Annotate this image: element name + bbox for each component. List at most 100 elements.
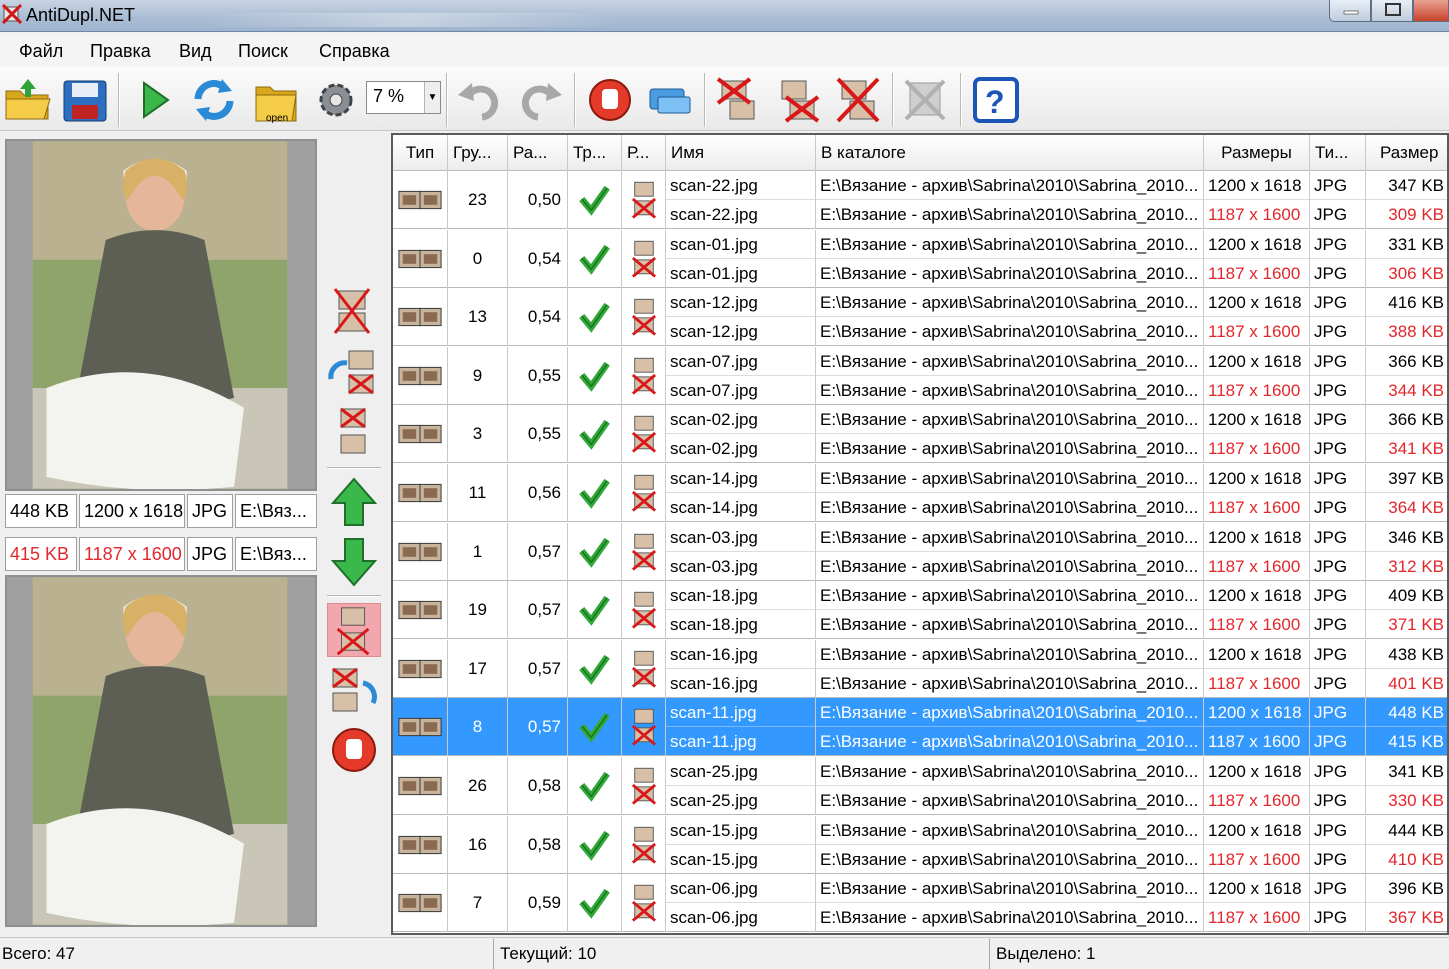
mistake-button[interactable] bbox=[900, 75, 952, 125]
second-image-preview[interactable] bbox=[5, 575, 317, 927]
rename-second-action-button[interactable] bbox=[327, 663, 381, 717]
action-cell[interactable] bbox=[622, 874, 666, 933]
column-header-action[interactable]: Р... bbox=[622, 135, 666, 171]
column-header-resolution[interactable]: Размеры bbox=[1204, 135, 1310, 171]
action-cell[interactable] bbox=[622, 698, 666, 757]
first-file-type: JPG bbox=[1310, 816, 1365, 845]
next-pair-button[interactable] bbox=[327, 535, 381, 589]
difference-cell: 0,56 bbox=[508, 464, 568, 522]
refresh-icon bbox=[194, 79, 234, 121]
first-file-size: 396 KB bbox=[1366, 874, 1447, 904]
menu-file[interactable]: Файл bbox=[19, 41, 63, 62]
open-folder-button[interactable] bbox=[2, 75, 54, 125]
check-update-button[interactable] bbox=[644, 75, 696, 125]
type-cell bbox=[393, 229, 448, 288]
action-cell[interactable] bbox=[622, 171, 666, 229]
open-profile-button[interactable]: open bbox=[250, 75, 302, 125]
second-file-name: scan-22.jpg bbox=[670, 205, 758, 224]
type-cell bbox=[393, 757, 448, 815]
column-header-type[interactable]: Тип bbox=[393, 135, 448, 171]
start-search-button[interactable] bbox=[128, 75, 180, 125]
action-cell[interactable] bbox=[622, 288, 666, 347]
table-row[interactable]: 7 0,59 scan-06.jpg scan-06.jpg E:\Вязание - … bbox=[393, 874, 1447, 933]
column-header-file-type[interactable]: Ти... bbox=[1310, 135, 1366, 171]
save-button[interactable] bbox=[60, 75, 112, 125]
type-cell bbox=[393, 874, 448, 933]
first-image-preview[interactable] bbox=[5, 139, 317, 491]
first-file-type: JPG bbox=[1310, 640, 1365, 669]
chevron-down-icon[interactable]: ▼ bbox=[424, 82, 440, 113]
first-file-name: scan-03.jpg bbox=[666, 523, 815, 552]
undo-button[interactable] bbox=[454, 75, 506, 125]
size-cell: 396 KB 367 KB bbox=[1366, 874, 1447, 932]
delete-both-button[interactable] bbox=[832, 75, 884, 125]
file-type-cell: JPG JPG bbox=[1310, 288, 1366, 347]
action-cell[interactable] bbox=[622, 581, 666, 640]
table-row[interactable]: 11 0,56 scan-14.jpg scan-14.jpg E:\Вязание -… bbox=[393, 464, 1447, 522]
action-cell[interactable] bbox=[622, 346, 666, 405]
table-row[interactable]: 0 0,54 scan-01.jpg scan-01.jpg E:\Вязание - … bbox=[393, 229, 1447, 288]
refresh-button[interactable] bbox=[188, 75, 240, 125]
action-cell[interactable] bbox=[622, 757, 666, 815]
table-row[interactable]: 16 0,58 scan-15.jpg scan-15.jpg E:\Вязание -… bbox=[393, 815, 1447, 874]
first-resolution: 1200 x 1618 bbox=[1204, 347, 1309, 376]
second-resolution: 1187 x 1600 bbox=[1208, 849, 1301, 869]
table-row[interactable]: 8 0,57 scan-11.jpg scan-11.jpg E:\Вязание - … bbox=[393, 698, 1447, 757]
action-cell[interactable] bbox=[622, 815, 666, 874]
menu-help[interactable]: Справка bbox=[319, 41, 390, 62]
table-row[interactable]: 26 0,58 scan-25.jpg scan-25.jpg E:\Вязание -… bbox=[393, 757, 1447, 815]
column-header-name[interactable]: Имя bbox=[666, 135, 816, 171]
action-cell[interactable] bbox=[622, 405, 666, 464]
delete-second-action-button[interactable] bbox=[327, 603, 381, 657]
menu-view[interactable]: Вид bbox=[179, 41, 212, 62]
delete-second-button[interactable] bbox=[772, 75, 824, 125]
table-row[interactable]: 9 0,55 scan-07.jpg scan-07.jpg E:\Вязание - … bbox=[393, 346, 1447, 405]
delete-first-action-button[interactable] bbox=[327, 285, 381, 339]
image-pair-icon bbox=[397, 246, 443, 272]
table-row[interactable]: 13 0,54 scan-12.jpg scan-12.jpg E:\Вязание -… bbox=[393, 288, 1447, 347]
menu-edit[interactable]: Правка bbox=[90, 41, 151, 62]
menu-search[interactable]: Поиск bbox=[238, 41, 288, 62]
delete-second-icon bbox=[631, 648, 657, 688]
status-selected: Выделено: 1 bbox=[996, 944, 1096, 963]
save-icon bbox=[63, 80, 107, 122]
column-header-size[interactable]: Размер bbox=[1366, 135, 1447, 171]
minimize-button[interactable] bbox=[1329, 0, 1371, 22]
close-button[interactable] bbox=[1413, 0, 1449, 22]
table-row[interactable]: 19 0,57 scan-18.jpg scan-18.jpg E:\Вязание -… bbox=[393, 581, 1447, 640]
group-cell: 8 bbox=[448, 698, 508, 757]
toolbar-separator bbox=[704, 73, 706, 127]
column-header-directory[interactable]: В каталоге bbox=[816, 135, 1204, 171]
file-type-cell: JPG JPG bbox=[1310, 698, 1366, 757]
action-cell[interactable] bbox=[622, 639, 666, 698]
results-table[interactable]: Тип Гру... Ра... Тр... Р... Имя В катало… bbox=[391, 133, 1449, 935]
delete-first-button[interactable] bbox=[712, 75, 764, 125]
checkmark-icon bbox=[578, 183, 610, 217]
resolution-cell: 1200 x 1618 1187 x 1600 bbox=[1204, 346, 1310, 405]
delete-second-icon bbox=[631, 355, 657, 395]
column-header-difference[interactable]: Ра... bbox=[508, 135, 568, 171]
options-button[interactable] bbox=[310, 75, 362, 125]
size-cell: 444 KB 410 KB bbox=[1366, 816, 1447, 874]
rename-first-action-button[interactable] bbox=[327, 345, 381, 399]
table-row[interactable]: 23 0,50 scan-22.jpg scan-22.jpg E:\Вязание -… bbox=[393, 171, 1447, 229]
stop-action-button[interactable] bbox=[327, 723, 381, 777]
action-cell[interactable] bbox=[622, 229, 666, 288]
column-header-transform[interactable]: Тр... bbox=[568, 135, 622, 171]
help-button[interactable]: ? bbox=[970, 75, 1022, 125]
type-cell bbox=[393, 346, 448, 405]
action-cell[interactable] bbox=[622, 522, 666, 581]
table-row[interactable]: 1 0,57 scan-03.jpg scan-03.jpg E:\Вязание - … bbox=[393, 522, 1447, 581]
action-cell[interactable] bbox=[622, 464, 666, 522]
table-row[interactable]: 3 0,55 scan-02.jpg scan-02.jpg E:\Вязание - … bbox=[393, 405, 1447, 464]
zoom-select[interactable]: 7 % ▼ bbox=[366, 81, 441, 114]
previous-pair-button[interactable] bbox=[327, 475, 381, 529]
second-resolution: 1187 x 1600 bbox=[1208, 380, 1301, 400]
stop-button[interactable] bbox=[584, 75, 636, 125]
table-row[interactable]: 17 0,57 scan-16.jpg scan-16.jpg E:\Вязание -… bbox=[393, 639, 1447, 698]
delete-pair-action-button[interactable] bbox=[327, 405, 381, 459]
redo-button[interactable] bbox=[514, 75, 566, 125]
second-file-directory: E:\Вязание - архив\Sabrina\2010\Sabrina_… bbox=[820, 380, 1199, 400]
column-header-group[interactable]: Гру... bbox=[448, 135, 508, 171]
maximize-button[interactable] bbox=[1371, 0, 1413, 22]
